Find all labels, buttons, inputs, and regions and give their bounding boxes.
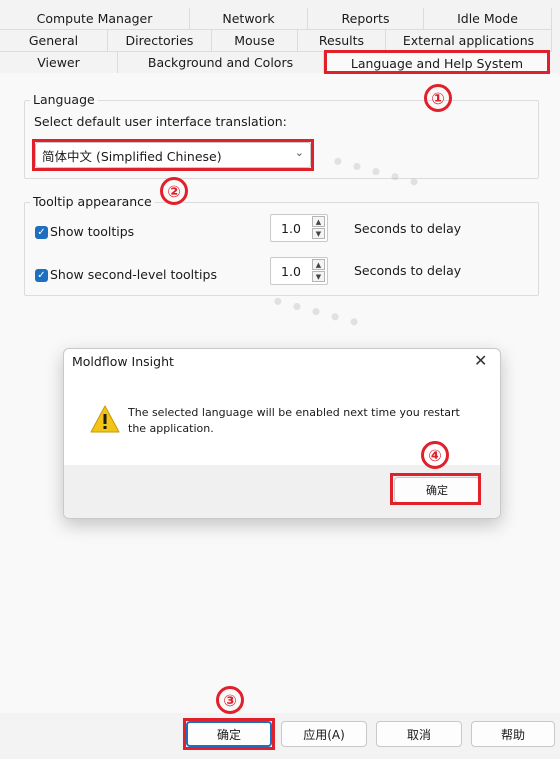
tab-network[interactable]: Network bbox=[190, 8, 308, 30]
tooltip-delay-spinner[interactable]: 1.0 ▲ ▼ bbox=[270, 214, 328, 242]
tooltip-delay-value: 1.0 bbox=[281, 220, 301, 236]
spin-down-icon[interactable]: ▼ bbox=[312, 228, 325, 239]
message-dialog: Moldflow Insight ✕ The selected language… bbox=[63, 348, 501, 519]
help-button[interactable]: 帮助 bbox=[471, 721, 555, 747]
dialog-ok-button[interactable]: 确定 bbox=[394, 477, 480, 503]
close-icon[interactable]: ✕ bbox=[474, 351, 487, 370]
step-badge-2: ② bbox=[160, 177, 188, 205]
tab-row-3: Viewer Background and Colors Language an… bbox=[0, 52, 560, 74]
tab-directories[interactable]: Directories bbox=[108, 30, 212, 52]
show-tooltips-label: Show tooltips bbox=[50, 224, 135, 239]
second-level-delay-spinner[interactable]: 1.0 ▲ ▼ bbox=[270, 257, 328, 285]
tab-background-and-colors[interactable]: Background and Colors bbox=[118, 52, 324, 74]
dialog-titlebar: Moldflow Insight ✕ bbox=[64, 349, 500, 375]
show-second-level-tooltips-label: Show second-level tooltips bbox=[50, 267, 217, 282]
spin-down-icon[interactable]: ▼ bbox=[312, 271, 325, 282]
tab-compute-manager[interactable]: Compute Manager bbox=[0, 8, 190, 30]
step-badge-4: ④ bbox=[421, 441, 449, 469]
show-tooltips-checkbox[interactable]: ✓ bbox=[35, 226, 48, 239]
tab-language-and-help-system[interactable]: Language and Help System bbox=[326, 52, 548, 74]
tooltip-delay-unit: Seconds to delay bbox=[354, 221, 462, 236]
language-prompt: Select default user interface translatio… bbox=[34, 114, 287, 129]
tab-reports[interactable]: Reports bbox=[308, 8, 424, 30]
tab-external-applications[interactable]: External applications bbox=[386, 30, 552, 52]
warning-icon bbox=[90, 405, 120, 433]
ok-button[interactable]: 确定 bbox=[186, 721, 272, 747]
tab-general[interactable]: General bbox=[0, 30, 108, 52]
spin-up-icon[interactable]: ▲ bbox=[312, 259, 325, 270]
tab-viewer[interactable]: Viewer bbox=[0, 52, 118, 74]
language-select[interactable]: 简体中文 (Simplified Chinese) ⌄ bbox=[35, 142, 311, 168]
tab-row-2: General Directories Mouse Results Extern… bbox=[0, 30, 560, 52]
spin-up-icon[interactable]: ▲ bbox=[312, 216, 325, 227]
chevron-down-icon: ⌄ bbox=[294, 146, 304, 159]
tab-idle-mode[interactable]: Idle Mode bbox=[424, 8, 552, 30]
dialog-title: Moldflow Insight bbox=[72, 354, 174, 369]
step-badge-3: ③ bbox=[216, 686, 244, 714]
second-level-delay-unit: Seconds to delay bbox=[354, 263, 462, 278]
cancel-button[interactable]: 取消 bbox=[376, 721, 462, 747]
second-level-delay-value: 1.0 bbox=[281, 263, 301, 279]
tooltip-legend: Tooltip appearance bbox=[30, 194, 155, 209]
language-select-value: 简体中文 (Simplified Chinese) bbox=[42, 148, 222, 164]
tab-results[interactable]: Results bbox=[298, 30, 386, 52]
apply-button[interactable]: 应用(A) bbox=[281, 721, 367, 747]
language-legend: Language bbox=[30, 92, 98, 107]
dialog-message: The selected language will be enabled ne… bbox=[128, 406, 460, 435]
tab-row-1: Compute Manager Network Reports Idle Mod… bbox=[0, 8, 560, 30]
step-badge-1: ① bbox=[424, 84, 452, 112]
tab-mouse[interactable]: Mouse bbox=[212, 30, 298, 52]
show-second-level-tooltips-checkbox[interactable]: ✓ bbox=[35, 269, 48, 282]
